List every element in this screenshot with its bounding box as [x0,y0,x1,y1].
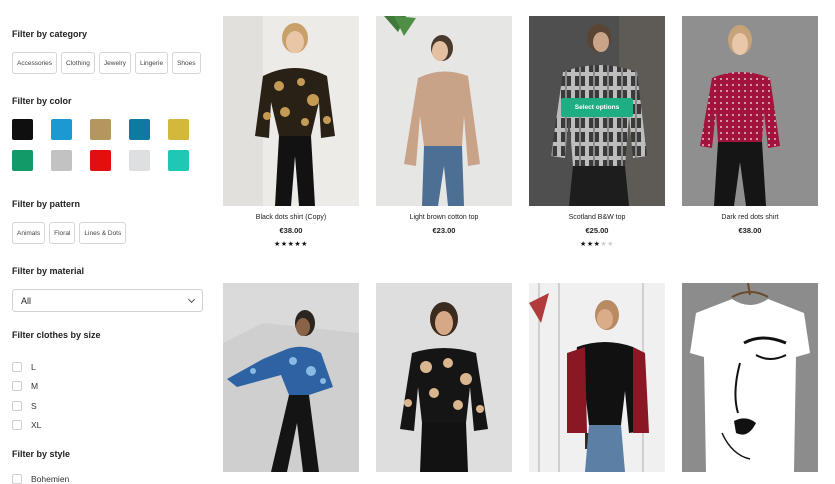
product-card[interactable] [223,283,359,480]
product-card[interactable]: Light brown cotton top €23.00 [376,16,512,235]
product-card[interactable] [529,283,665,480]
pattern-chip-lines-dots[interactable]: Lines & Dots [79,222,127,244]
star-icon: ★ [586,241,594,248]
product-card[interactable] [682,283,818,480]
color-swatch-6[interactable] [12,150,33,171]
size-option-s[interactable]: S [12,396,41,416]
color-swatch-4[interactable] [129,119,150,140]
chevron-down-icon [187,295,196,303]
product-name[interactable]: Black dots shirt (Copy) [223,214,359,221]
product-card[interactable] [376,283,512,480]
color-swatch-8[interactable] [90,150,111,171]
color-swatch-9[interactable] [129,150,150,171]
product-image[interactable] [376,283,512,472]
size-label: M [31,381,39,392]
checkbox[interactable] [12,381,22,392]
product-image[interactable] [682,283,818,472]
checkbox[interactable] [12,361,22,372]
color-filter-title: Filter by color [12,96,72,106]
size-filter-title: Filter clothes by size [12,330,101,340]
style-option-bohemien[interactable]: Bohemien [12,474,69,484]
pattern-chip-floral[interactable]: Floral [49,222,76,244]
product-price: €38.00 [279,226,303,235]
size-option-xl[interactable]: XL [12,416,41,436]
product-photo [376,283,512,472]
star-icon: ★ [280,241,288,248]
product-card[interactable]: Black dots shirt (Copy) €38.00 ★★★★★ [223,16,359,248]
size-label: S [31,400,37,411]
product-price: €23.00 [432,226,456,235]
product-name[interactable]: Light brown cotton top [376,214,512,221]
size-label: XL [31,420,42,431]
product-image[interactable]: Select options [529,16,665,206]
size-options: L M S XL [12,357,41,435]
pattern-chip-animals[interactable]: Animals [12,222,46,244]
pattern-chips: Animals Floral Lines & Dots [12,222,127,244]
size-option-l[interactable]: L [12,357,41,377]
color-swatch-10[interactable] [168,150,189,171]
size-option-m[interactable]: M [12,377,41,397]
star-icon: ★ [274,241,281,248]
star-icon: ★ [607,241,614,248]
product-photo [682,16,818,206]
pattern-filter-title: Filter by pattern [12,199,81,209]
size-label: L [31,361,36,372]
product-photo [223,16,359,206]
rating-stars: ★★★★★ [223,240,359,248]
product-name[interactable]: Scotland B&W top [529,214,665,221]
material-filter-title: Filter by material [12,266,85,276]
product-image[interactable] [682,16,818,206]
product-card[interactable]: Select options Scotland B&W top €25.00 ★… [529,16,665,248]
star-icon: ★ [580,241,587,248]
product-price: €38.00 [738,226,762,235]
product-name[interactable]: Dark red dots shirt [682,214,818,221]
product-photo [376,16,512,206]
product-photo [529,283,665,472]
star-icon: ★ [301,241,308,248]
product-image[interactable] [529,283,665,472]
color-swatch-5[interactable] [168,119,189,140]
checkbox[interactable] [12,420,22,431]
product-grid: Black dots shirt (Copy) €38.00 ★★★★★ Lig… [223,16,835,484]
product-image[interactable] [223,16,359,206]
category-filter-title: Filter by category [12,29,88,39]
color-swatch-7[interactable] [51,150,72,171]
product-photo [223,283,359,472]
material-select-value: All [21,295,32,306]
product-card[interactable]: Dark red dots shirt €38.00 [682,16,818,235]
select-options-button[interactable]: Select options [561,98,633,117]
category-chips: Accessories Clothing Jewelry Lingerie Sh… [12,52,201,74]
color-swatch-3[interactable] [90,119,111,140]
product-image[interactable] [223,283,359,472]
category-chip-lingerie[interactable]: Lingerie [134,52,169,74]
product-price: €25.00 [585,226,609,235]
category-chip-accessories[interactable]: Accessories [12,52,58,74]
checkbox[interactable] [12,400,22,411]
material-select[interactable]: All [12,289,203,312]
style-filter-title: Filter by style [12,449,71,459]
category-chip-clothing[interactable]: Clothing [61,52,95,74]
color-swatches [12,119,228,171]
color-swatch-2[interactable] [51,119,72,140]
style-label: Bohemien [31,474,70,484]
rating-stars: ★★★★★ [529,240,665,248]
checkbox[interactable] [12,474,22,484]
product-photo [682,283,818,472]
category-chip-jewelry[interactable]: Jewelry [98,52,131,74]
category-chip-shoes[interactable]: Shoes [172,52,201,74]
color-swatch-1[interactable] [12,119,33,140]
product-image[interactable] [376,16,512,206]
